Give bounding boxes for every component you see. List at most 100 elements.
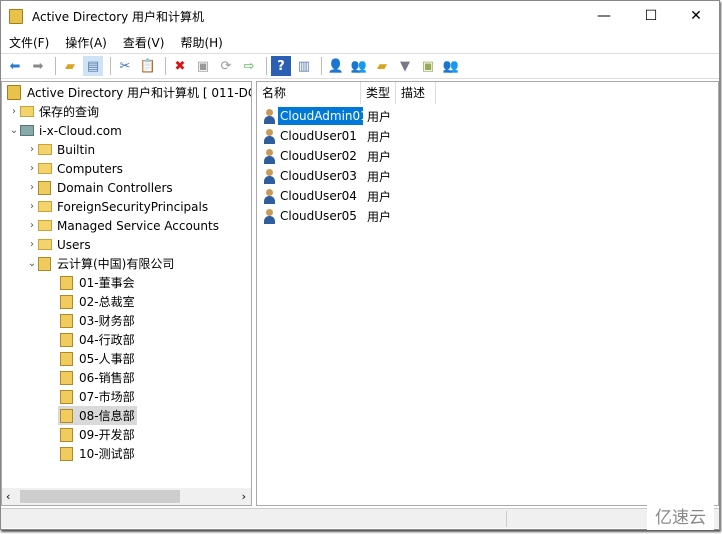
chevron-right-icon[interactable]: › bbox=[26, 144, 38, 155]
chevron-right-icon[interactable]: › bbox=[26, 239, 38, 250]
list-row-selected[interactable]: CloudAdmin01 用户 bbox=[262, 106, 443, 126]
user-icon bbox=[262, 148, 276, 164]
watermark-logo: 亿速云 bbox=[647, 501, 714, 530]
new-group-icon[interactable]: 👥 bbox=[349, 56, 369, 76]
tree-label: 04-行政部 bbox=[79, 333, 135, 347]
filter-icon[interactable]: ▼ bbox=[395, 56, 415, 76]
tree-item-department[interactable]: 09-开发部 bbox=[60, 425, 135, 444]
menu-help[interactable]: 帮助(H) bbox=[172, 34, 230, 51]
column-name[interactable]: 名称 bbox=[257, 82, 361, 104]
cut-icon[interactable]: ✂ bbox=[115, 56, 135, 76]
menu-view[interactable]: 查看(V) bbox=[115, 34, 173, 51]
menu-bar: 文件(F) 操作(A) 查看(V) 帮助(H) bbox=[1, 31, 231, 53]
chevron-right-icon[interactable]: › bbox=[8, 106, 20, 117]
user-name: CloudUser01 bbox=[280, 129, 357, 143]
user-type: 用户 bbox=[367, 209, 392, 224]
tree-item-department[interactable]: 03-财务部 bbox=[60, 311, 135, 330]
help-icon[interactable]: ? bbox=[271, 56, 291, 76]
chevron-right-icon[interactable]: › bbox=[26, 220, 38, 231]
tree-label: 08-信息部 bbox=[79, 409, 135, 423]
tree-label: Users bbox=[57, 237, 91, 252]
export-icon[interactable]: ⇨ bbox=[239, 56, 259, 76]
folder-icon bbox=[38, 239, 52, 250]
menu-file[interactable]: 文件(F) bbox=[1, 34, 57, 51]
chevron-right-icon[interactable]: › bbox=[26, 163, 38, 174]
console-icon[interactable]: ▥ bbox=[294, 56, 314, 76]
show-hide-tree-icon[interactable]: ▤ bbox=[83, 56, 103, 76]
tree-label: ForeignSecurityPrincipals bbox=[57, 199, 209, 214]
close-button[interactable]: ✕ bbox=[673, 1, 719, 31]
forward-icon[interactable]: ➡ bbox=[28, 56, 48, 76]
user-name: CloudUser04 bbox=[280, 189, 357, 203]
tree-root[interactable]: Active Directory 用户和计算机 [ 011-DC01 bbox=[7, 83, 252, 102]
tree-item-department[interactable]: 10-测试部 bbox=[60, 444, 135, 463]
maximize-button[interactable]: ☐ bbox=[628, 1, 674, 31]
user-type: 用户 bbox=[367, 169, 392, 184]
tree-pane: Active Directory 用户和计算机 [ 011-DC01 › 保存的查… bbox=[1, 81, 252, 506]
properties-icon[interactable]: ▣ bbox=[193, 56, 213, 76]
new-user-icon[interactable]: 👤 bbox=[326, 56, 346, 76]
tree-item-department-selected[interactable]: 08-信息部 bbox=[58, 406, 137, 425]
tree-label: Active Directory 用户和计算机 [ 011-DC01 bbox=[27, 86, 252, 100]
user-type: 用户 bbox=[367, 149, 392, 164]
add-to-group-icon[interactable]: 👥 bbox=[441, 56, 461, 76]
refresh-icon[interactable]: ⟳ bbox=[216, 56, 236, 76]
ou-icon bbox=[38, 256, 51, 271]
user-type: 用户 bbox=[367, 109, 392, 124]
folder-icon bbox=[38, 163, 52, 174]
tree-item-container[interactable]: › Builtin bbox=[26, 140, 95, 159]
up-folder-icon[interactable]: ▰ bbox=[60, 56, 80, 76]
chevron-down-icon[interactable]: ⌄ bbox=[26, 258, 38, 269]
tree-item-container[interactable]: › Managed Service Accounts bbox=[26, 216, 219, 235]
back-icon[interactable]: ⬅ bbox=[5, 56, 25, 76]
delete-icon[interactable]: ✖ bbox=[170, 56, 190, 76]
tree-item-container[interactable]: › Domain Controllers bbox=[26, 178, 173, 197]
user-name: CloudUser02 bbox=[280, 149, 357, 163]
menu-action[interactable]: 操作(A) bbox=[57, 34, 115, 51]
tree-item-department[interactable]: 07-市场部 bbox=[60, 387, 135, 406]
tree-label: i-x-Cloud.com bbox=[39, 123, 122, 138]
list-row[interactable]: CloudUser03 用户 bbox=[262, 166, 443, 186]
aduc-window: Active Directory 用户和计算机 — ☐ ✕ 文件(F) 操作(A… bbox=[0, 0, 720, 530]
list-row[interactable]: CloudUser04 用户 bbox=[262, 186, 443, 206]
list-row[interactable]: CloudUser02 用户 bbox=[262, 146, 443, 166]
horizontal-scrollbar[interactable]: ‹ › bbox=[2, 488, 251, 505]
ou-icon bbox=[60, 427, 73, 442]
list-row[interactable]: CloudUser01 用户 bbox=[262, 126, 443, 146]
user-name: CloudUser05 bbox=[280, 209, 357, 223]
list-row[interactable]: CloudUser05 用户 bbox=[262, 206, 443, 226]
tree-item-department[interactable]: 06-销售部 bbox=[60, 368, 135, 387]
ou-icon bbox=[60, 370, 73, 385]
tree-label: 07-市场部 bbox=[79, 390, 135, 404]
chevron-right-icon[interactable]: › bbox=[26, 201, 38, 212]
tree-item-saved-queries[interactable]: › 保存的查询 bbox=[8, 102, 99, 121]
user-name: CloudAdmin01 bbox=[278, 107, 368, 125]
tree-item-department[interactable]: 05-人事部 bbox=[60, 349, 135, 368]
minimize-button[interactable]: — bbox=[581, 1, 627, 31]
folder-icon bbox=[38, 144, 52, 155]
copy-icon[interactable]: 📋 bbox=[138, 56, 158, 76]
tree-item-container[interactable]: › Computers bbox=[26, 159, 123, 178]
tree-item-department[interactable]: 04-行政部 bbox=[60, 330, 135, 349]
tree-item-company[interactable]: ⌄ 云计算(中国)有限公司 bbox=[26, 254, 174, 273]
scrollbar-thumb[interactable] bbox=[20, 490, 180, 503]
chevron-down-icon[interactable]: ⌄ bbox=[8, 125, 20, 136]
chevron-right-icon[interactable]: › bbox=[26, 182, 38, 193]
tree-item-department[interactable]: 02-总裁室 bbox=[60, 292, 135, 311]
tree-item-domain[interactable]: ⌄ i-x-Cloud.com bbox=[8, 121, 122, 140]
window-title: Active Directory 用户和计算机 bbox=[32, 9, 205, 24]
ou-icon bbox=[60, 275, 73, 290]
user-icon bbox=[262, 168, 276, 184]
column-type[interactable]: 类型 bbox=[361, 82, 396, 104]
tree-item-container[interactable]: › Users bbox=[26, 235, 91, 254]
tree-item-department[interactable]: 01-董事会 bbox=[60, 273, 135, 292]
find-icon[interactable]: ▣ bbox=[418, 56, 438, 76]
ou-icon bbox=[60, 389, 73, 404]
scroll-right-icon[interactable]: › bbox=[242, 490, 246, 503]
scroll-left-icon[interactable]: ‹ bbox=[6, 490, 10, 503]
new-ou-icon[interactable]: ▰ bbox=[372, 56, 392, 76]
tree-item-container[interactable]: › ForeignSecurityPrincipals bbox=[26, 197, 208, 216]
tree-label: 09-开发部 bbox=[79, 428, 135, 442]
column-description[interactable]: 描述 bbox=[396, 82, 436, 104]
tree-label: 05-人事部 bbox=[79, 352, 135, 366]
